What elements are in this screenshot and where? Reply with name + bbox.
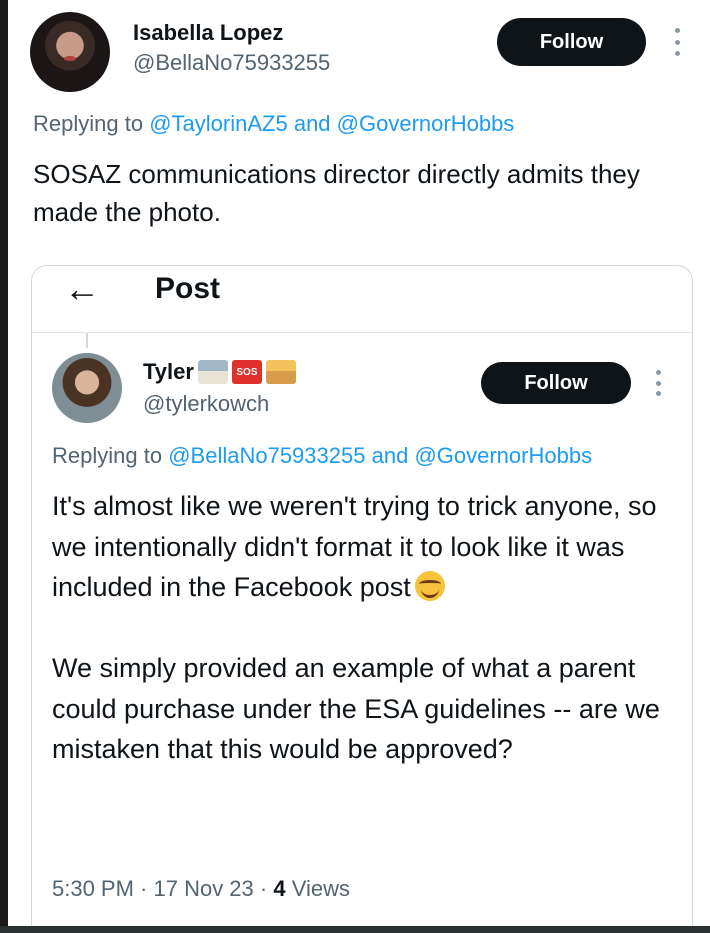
avatar[interactable] <box>30 12 110 92</box>
mention-and[interactable]: and <box>294 111 331 136</box>
author-name[interactable]: Isabella Lopez <box>133 20 283 46</box>
left-edge-bar <box>0 0 8 933</box>
tweet-text: SOSAZ communications director directly a… <box>33 159 640 227</box>
post-header: ← Post <box>32 266 692 333</box>
mention-link[interactable]: @GovernorHobbs <box>337 111 515 136</box>
mention-link[interactable]: @BellaNo75933255 <box>168 443 365 468</box>
smiling-face-emoji-icon <box>414 571 445 601</box>
author-handle[interactable]: @BellaNo75933255 <box>133 50 330 76</box>
arrow-left-icon[interactable]: ← <box>64 269 100 309</box>
embedded-post-card[interactable]: ← Post Tyler SOS @tylerkowch Follow Repl… <box>31 265 693 933</box>
post-text: It's almost like we weren't trying to tr… <box>52 486 682 770</box>
post-paragraph-1: It's almost like we weren't trying to tr… <box>52 491 657 602</box>
avatar[interactable] <box>52 353 122 423</box>
thread-line <box>86 333 88 348</box>
sos-emoji-icon: SOS <box>231 360 262 384</box>
more-options-icon[interactable] <box>653 370 663 396</box>
author-name[interactable]: Tyler <box>143 359 194 385</box>
replying-to-label: Replying to <box>52 443 163 468</box>
post-meta: 5:30 PM · 17 Nov 23 · 4 Views <box>52 876 350 902</box>
desert-emoji-icon <box>265 360 296 384</box>
mention-link[interactable]: @TaylorinAZ5 <box>149 111 288 136</box>
author-handle[interactable]: @tylerkowch <box>143 391 269 417</box>
mention-link[interactable]: @GovernorHobbs <box>414 443 592 468</box>
replying-to-label: Replying to <box>33 111 144 136</box>
follow-button[interactable]: Follow <box>481 362 631 404</box>
replying-to: Replying to @TaylorinAZ5 and @GovernorHo… <box>33 111 514 137</box>
timestamp[interactable]: 5:30 PM · 17 Nov 23 · <box>52 876 273 901</box>
views-count[interactable]: 4 <box>273 876 285 901</box>
replying-to: Replying to @BellaNo75933255 and @Govern… <box>52 443 592 469</box>
views-label: Views <box>291 876 350 901</box>
follow-button[interactable]: Follow <box>497 18 646 66</box>
page-title: Post <box>155 272 221 305</box>
more-options-icon[interactable] <box>672 28 682 56</box>
mention-and[interactable]: and <box>372 443 409 468</box>
bottom-edge-bar <box>0 926 710 933</box>
school-emoji-icon <box>197 360 228 384</box>
post-paragraph-2: We simply provided an example of what a … <box>52 653 660 764</box>
author-name-row[interactable]: Tyler SOS <box>143 359 296 385</box>
